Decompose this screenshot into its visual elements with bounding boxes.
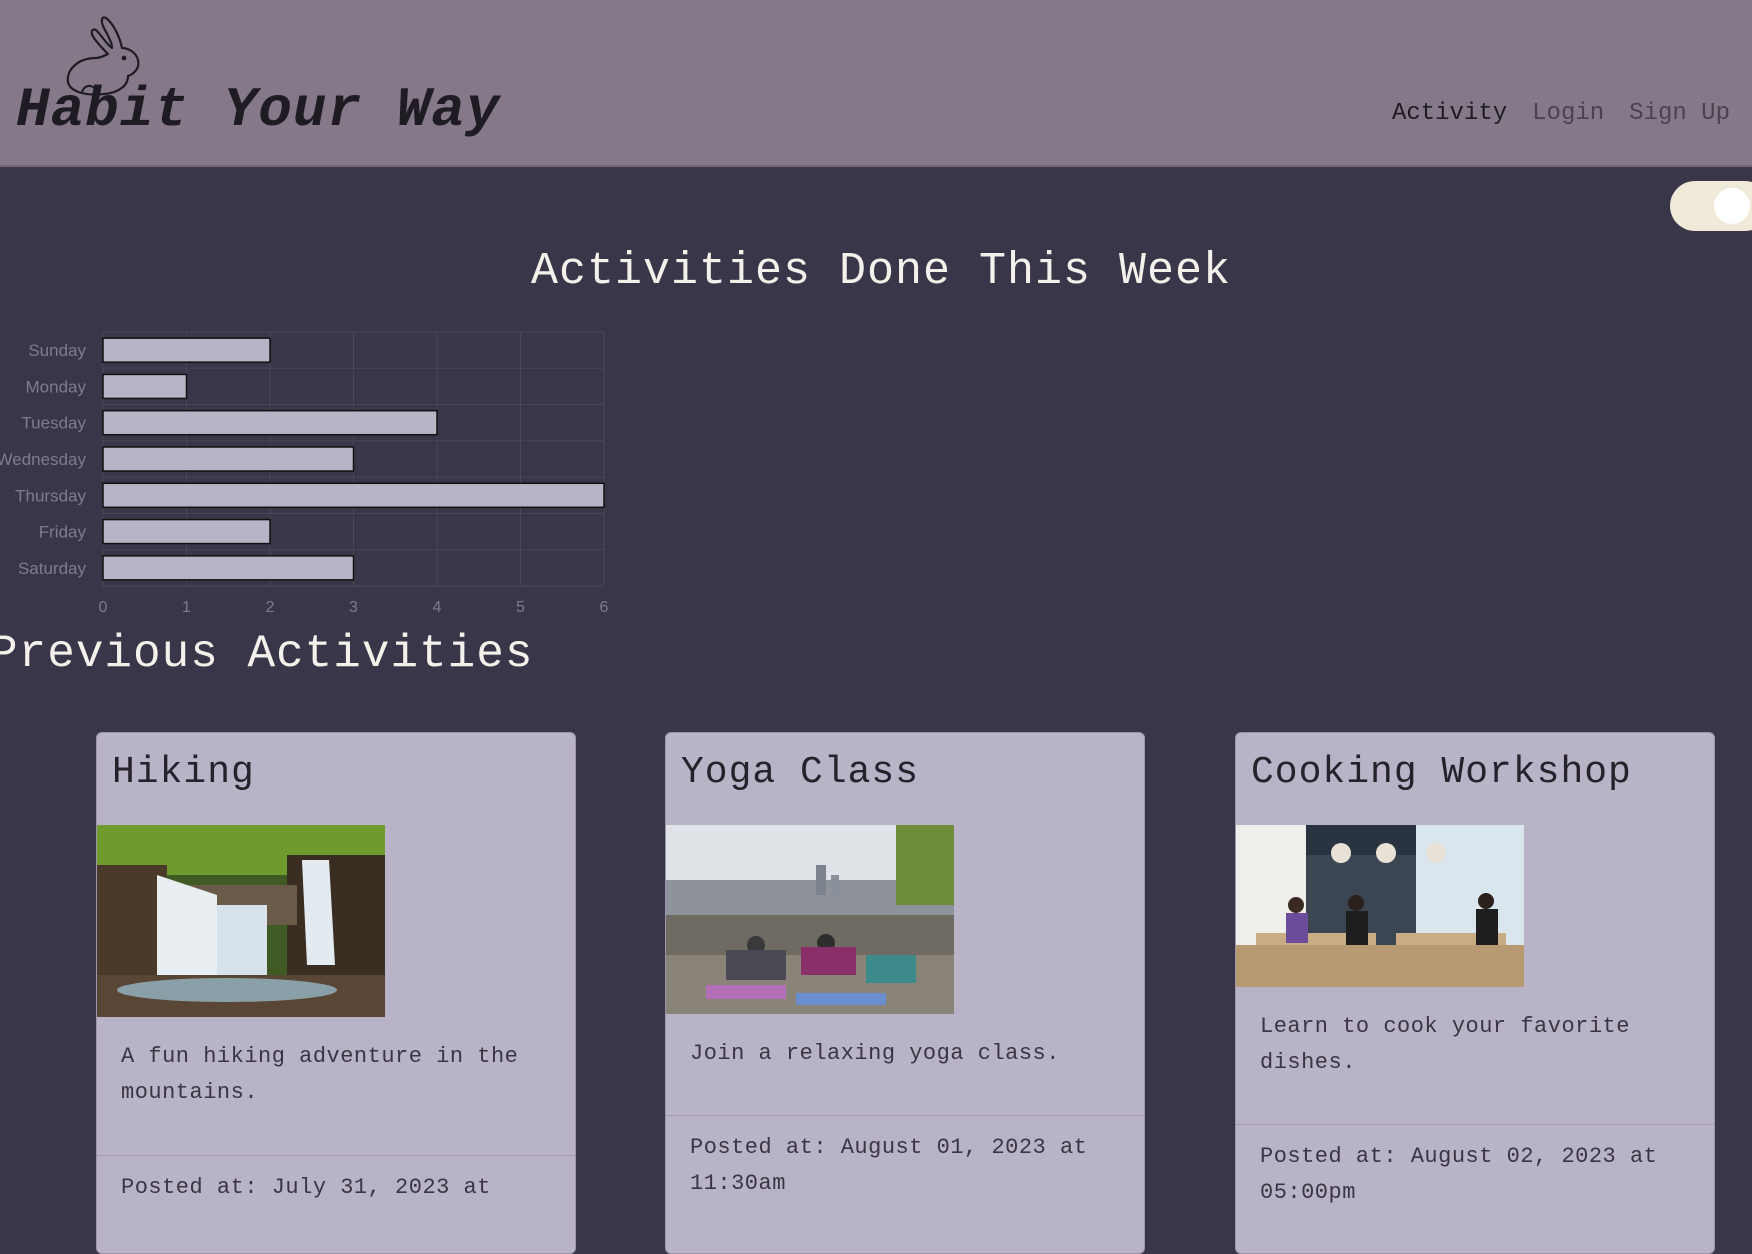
card-title: Yoga Class — [681, 751, 920, 794]
site-header: Habit Your Way Activity Login Sign Up — [0, 0, 1752, 167]
card-title: Cooking Workshop — [1251, 751, 1632, 794]
y-tick-label: Tuesday — [21, 414, 86, 433]
bar-saturday — [102, 555, 355, 581]
x-tick-label: 3 — [349, 599, 358, 616]
card-description: Learn to cook your favorite dishes. — [1260, 1014, 1630, 1075]
x-tick-label: 4 — [433, 599, 442, 616]
y-tick-label: Saturday — [18, 559, 87, 578]
y-tick-label: Friday — [39, 523, 87, 542]
kitchen-photo — [1236, 825, 1524, 987]
yoga-photo — [666, 825, 954, 1014]
x-tick-label: 6 — [600, 599, 609, 616]
card-footer: Posted at: July 31, 2023 at — [97, 1155, 575, 1253]
card-posted-at: Posted at: July 31, 2023 at — [121, 1175, 491, 1200]
activity-card-hiking[interactable]: Hiking A fun hiking adventure in the mou… — [96, 732, 576, 1254]
x-tick-label: 2 — [266, 599, 275, 616]
x-tick-label: 1 — [182, 599, 191, 616]
bar-monday — [102, 373, 188, 400]
bar-thursday — [102, 482, 605, 509]
card-description: A fun hiking adventure in the mountains. — [121, 1044, 519, 1105]
bar-sunday — [102, 337, 271, 363]
bar-tuesday — [102, 409, 438, 436]
card-posted-at: Posted at: August 02, 2023 at 05:00pm — [1260, 1144, 1658, 1205]
activity-card-cooking[interactable]: Cooking Workshop Learn to cook your favo… — [1235, 732, 1715, 1254]
card-footer: Posted at: August 02, 2023 at 05:00pm — [1236, 1124, 1714, 1253]
card-description: Join a relaxing yoga class. — [690, 1041, 1060, 1066]
main-nav: Activity Login Sign Up — [1392, 100, 1730, 127]
nav-activity[interactable]: Activity — [1392, 100, 1507, 127]
bar-wednesday — [102, 446, 355, 472]
theme-toggle[interactable] — [1670, 181, 1752, 231]
bar-friday — [102, 518, 271, 545]
card-title: Hiking — [112, 751, 255, 794]
waterfall-photo — [97, 825, 385, 1017]
x-tick-label: 0 — [99, 599, 108, 616]
y-tick-label: Monday — [26, 377, 87, 396]
card-posted-at: Posted at: August 01, 2023 at 11:30am — [690, 1135, 1088, 1196]
nav-login[interactable]: Login — [1532, 100, 1604, 127]
toggle-knob[interactable] — [1714, 188, 1750, 224]
card-footer: Posted at: August 01, 2023 at 11:30am — [666, 1115, 1144, 1253]
nav-signup[interactable]: Sign Up — [1629, 100, 1730, 127]
weekly-activity-chart: 0 1 2 3 4 5 6 Sunday Monday Tuesday Wednesday Thurs… — [0, 331, 609, 616]
chart-title: Activities Done This Week — [530, 246, 1232, 297]
x-tick-label: 5 — [516, 599, 525, 616]
y-tick-label: Wednesday — [0, 450, 86, 469]
previous-activities-heading: Previous Activities — [0, 628, 534, 680]
brand-title[interactable]: Habit Your Way — [16, 78, 500, 142]
y-tick-label: Sunday — [28, 341, 86, 360]
activity-card-yoga[interactable]: Yoga Class Join a relaxing yoga class. P… — [665, 732, 1145, 1254]
y-tick-label: Thursday — [15, 486, 86, 505]
